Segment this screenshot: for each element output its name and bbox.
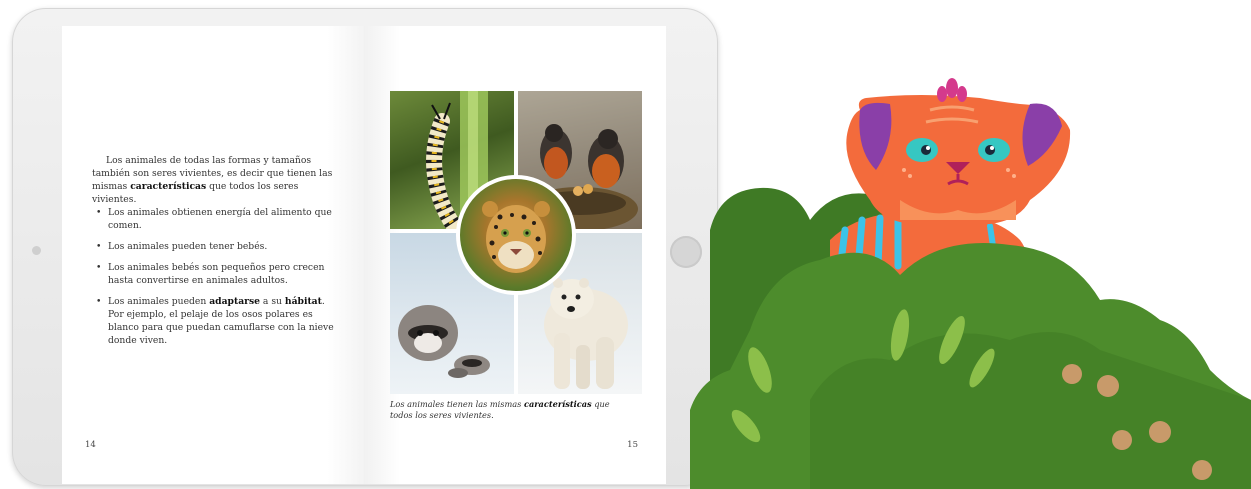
fact-text: Los animales bebés son pequeños pero cre… [108,262,325,286]
page-number-right: 15 [627,440,638,450]
list-item: Los animales bebés son pequeños pero cre… [92,261,342,287]
fact-text: Los animales obtienen energía del alimen… [108,207,332,231]
intro-keyword[interactable]: características [130,181,206,192]
bush-spot-icon [1062,364,1082,384]
glossary-term-adaptarse[interactable]: adaptarse [209,296,260,307]
facts-list: Los animales obtienen energía del alimen… [92,206,342,355]
fact-text: a su [260,296,285,307]
bush-spot-icon [1112,430,1132,450]
list-item: Los animales pueden tener bebés. [92,240,342,253]
book-page-right: Los animales tienen las mismas caracterí… [364,26,666,484]
jaguar-photo [456,175,576,295]
intro-paragraph: Los animales de todas las formas y tamañ… [92,154,338,206]
tablet-camera [32,246,41,255]
list-item: Los animales obtienen energía del alimen… [92,206,342,232]
fact-text: Los animales pueden [108,296,210,307]
bush-spot-icon [1192,460,1212,480]
book-spread: Los animales de todas las formas y tamañ… [62,26,666,484]
caption-keyword[interactable]: características [524,399,592,409]
bush-spot-icon [1149,421,1171,443]
photo-collage [390,91,642,394]
bush-spot-icon [1097,375,1119,397]
page-number-left: 14 [85,440,96,450]
mascot-bush-illustration [690,78,1251,489]
list-item: Los animales pueden adaptarse a su hábit… [92,295,342,347]
tablet-frame: Los animales de todas las formas y tamañ… [12,8,718,486]
glossary-term-habitat[interactable]: hábitat [285,296,322,307]
fact-text: Los animales pueden tener bebés. [108,241,268,252]
book-page-left: Los animales de todas las formas y tamañ… [62,26,364,484]
caption-lead: Los animales tienen las mismas [390,399,524,409]
photo-caption: Los animales tienen las mismas caracterí… [390,399,630,421]
